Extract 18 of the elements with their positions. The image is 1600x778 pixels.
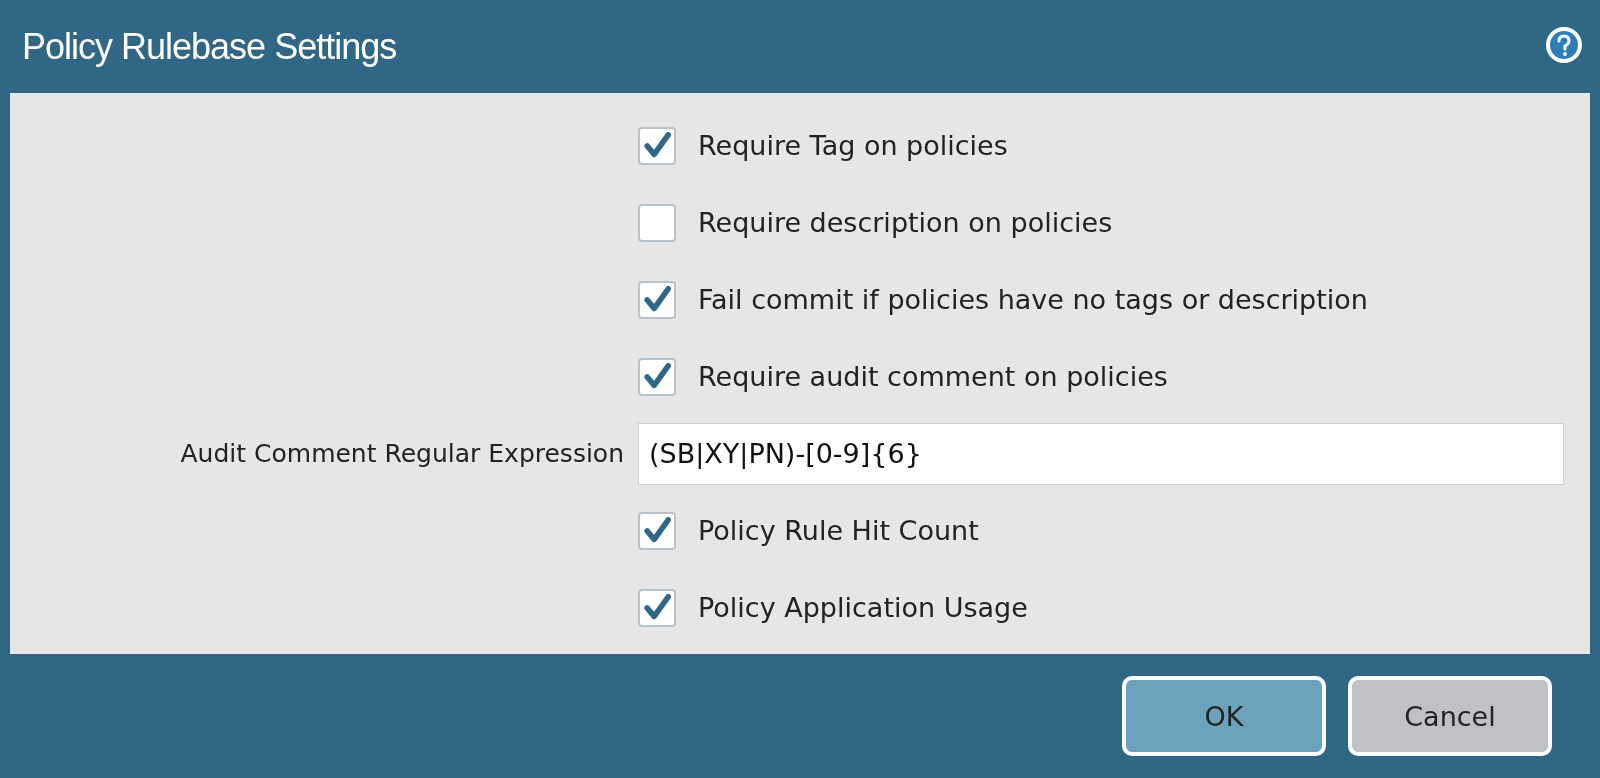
checkbox-label: Require Tag on policies bbox=[698, 130, 1008, 161]
checkbox-label: Require audit comment on policies bbox=[698, 361, 1168, 392]
checkbox-label: Policy Application Usage bbox=[698, 592, 1028, 623]
checkbox-label: Require description on policies bbox=[698, 207, 1113, 238]
checkbox[interactable] bbox=[638, 280, 676, 319]
window-title: Policy Rulebase Settings bbox=[22, 25, 397, 68]
regex-input-field[interactable]: (SB|XY|PN)-[0-9]{6} bbox=[638, 422, 1564, 485]
checkbox[interactable] bbox=[638, 126, 676, 165]
cancel-button[interactable]: Cancel bbox=[1348, 676, 1552, 756]
checkbox[interactable] bbox=[638, 511, 676, 550]
help-icon[interactable] bbox=[1544, 24, 1584, 65]
checkbox-label: Policy Rule Hit Count bbox=[698, 515, 979, 546]
field-label: Audit Comment Regular Expression bbox=[180, 439, 624, 468]
checkbox[interactable] bbox=[638, 357, 676, 396]
checkbox-label: Fail commit if policies have no tags or description bbox=[698, 284, 1368, 315]
checkbox[interactable] bbox=[638, 203, 676, 242]
ok-button[interactable]: OK bbox=[1122, 676, 1326, 756]
checkbox[interactable] bbox=[638, 588, 676, 627]
